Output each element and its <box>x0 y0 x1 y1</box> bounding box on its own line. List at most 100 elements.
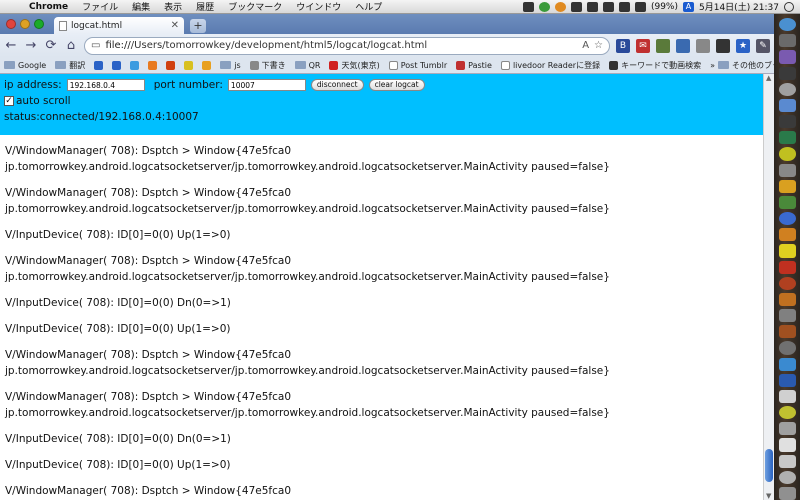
url-text[interactable]: file:///Users/tomorrowkey/development/ht… <box>105 40 577 51</box>
bluetooth-icon[interactable] <box>586 1 598 12</box>
dock-app-icon[interactable] <box>778 82 796 96</box>
dock-app-icon[interactable] <box>778 406 796 420</box>
bookmark-item[interactable]: Pastie <box>456 60 492 70</box>
bookmark-item[interactable]: QR <box>294 61 320 70</box>
bookmark-item[interactable]: livedoor Readerに登録 <box>500 60 600 71</box>
clear-logcat-button[interactable]: clear logcat <box>368 79 425 91</box>
menu-edit[interactable]: 編集 <box>125 0 157 13</box>
zoom-window-icon[interactable] <box>34 19 44 29</box>
close-tab-icon[interactable]: ✕ <box>171 20 179 31</box>
extension-icon[interactable]: ✉ <box>636 38 650 53</box>
wifi-icon[interactable] <box>602 1 614 12</box>
star-icon[interactable]: ☆ <box>594 40 603 51</box>
dock-app-icon[interactable] <box>778 486 796 500</box>
wrench-icon[interactable]: ✎ <box>756 38 770 53</box>
dock-app-icon[interactable] <box>778 147 796 161</box>
menu-file[interactable]: ファイル <box>75 0 125 13</box>
disconnect-button[interactable]: disconnect <box>310 79 364 91</box>
dock-app-icon[interactable] <box>778 34 796 48</box>
reload-icon[interactable]: ⟳ <box>44 38 58 53</box>
home-icon[interactable]: ⌂ <box>64 38 78 53</box>
close-window-icon[interactable] <box>6 19 16 29</box>
menu-view[interactable]: 表示 <box>157 0 189 13</box>
status-icon[interactable] <box>522 1 534 12</box>
headphones-icon[interactable] <box>570 1 582 12</box>
log-line: V/InputDevice( 708): ID[0]=0(0) Dn(0=>1) <box>5 433 231 445</box>
extension-icon[interactable]: ★ <box>736 38 750 53</box>
control-panel: ip address: port number: disconnect clea… <box>0 74 763 135</box>
extension-icon[interactable]: B <box>616 38 630 53</box>
back-icon[interactable]: ← <box>4 38 18 53</box>
scroll-up-icon[interactable]: ▲ <box>766 74 771 82</box>
dock-app-icon[interactable] <box>778 454 796 468</box>
bookmark-item[interactable] <box>94 60 104 70</box>
extension-icon[interactable] <box>716 38 730 53</box>
bookmark-item[interactable] <box>112 60 122 70</box>
menu-bookmarks[interactable]: ブックマーク <box>221 0 289 13</box>
menu-help[interactable]: ヘルプ <box>348 0 389 13</box>
status-icon[interactable] <box>554 1 566 12</box>
volume-icon[interactable] <box>618 1 630 12</box>
dock-app-icon[interactable] <box>778 163 796 177</box>
forward-icon[interactable]: → <box>24 38 38 53</box>
dock-app-icon[interactable] <box>778 357 796 371</box>
dock-app-icon[interactable] <box>778 470 796 484</box>
menu-window[interactable]: ウインドウ <box>289 0 348 13</box>
dock-app-icon[interactable] <box>778 260 796 274</box>
autoscroll-checkbox[interactable]: ✓ <box>4 96 14 106</box>
extension-icon[interactable] <box>656 38 670 53</box>
dock-app-icon[interactable] <box>778 131 796 145</box>
bookmark-item[interactable] <box>202 60 212 70</box>
bookmark-item[interactable]: js <box>220 61 241 70</box>
bookmark-item[interactable]: Google <box>4 61 46 70</box>
scrollbar-thumb[interactable] <box>765 449 773 482</box>
dock-app-icon[interactable] <box>778 66 796 80</box>
bookmark-item[interactable] <box>148 60 158 70</box>
extension-icon[interactable] <box>696 38 710 53</box>
address-bar[interactable]: ▭ file:///Users/tomorrowkey/development/… <box>84 36 610 55</box>
dock-app-icon[interactable] <box>778 325 796 339</box>
other-bookmarks[interactable]: » その他のブックマーク <box>710 60 774 71</box>
status-icon[interactable] <box>538 1 550 12</box>
dock-app-icon[interactable] <box>778 212 796 226</box>
extension-icon[interactable] <box>676 38 690 53</box>
bookmark-item[interactable] <box>166 60 176 70</box>
menu-app[interactable]: Chrome <box>22 2 75 12</box>
bookmark-item[interactable]: 下書き <box>249 60 286 71</box>
minimize-window-icon[interactable] <box>20 19 30 29</box>
translate-icon[interactable]: A <box>582 40 589 51</box>
dock-app-icon[interactable] <box>778 389 796 404</box>
dock-app-icon[interactable] <box>778 422 796 436</box>
dock-app-icon[interactable] <box>778 18 796 32</box>
menu-history[interactable]: 履歴 <box>189 0 221 13</box>
tab-logcat[interactable]: logcat.html ✕ <box>54 17 184 34</box>
dock-app-icon[interactable] <box>778 98 796 113</box>
spotlight-icon[interactable] <box>784 1 794 12</box>
dock-app-icon[interactable] <box>778 438 796 452</box>
bookmark-item[interactable] <box>184 60 194 70</box>
menubar-clock[interactable]: 5月14日(土) 21:37 <box>699 0 779 13</box>
dock-app-icon[interactable] <box>778 341 796 355</box>
ip-address-input[interactable] <box>66 79 145 91</box>
bookmark-item[interactable]: キーワードで動画検索 <box>609 60 701 71</box>
dock-app-icon[interactable] <box>778 228 796 242</box>
dock-app-icon[interactable] <box>778 309 796 323</box>
dock-app-icon[interactable] <box>778 244 796 258</box>
page-scrollbar[interactable]: ▲ ▼ <box>763 74 774 500</box>
dock-app-icon[interactable] <box>778 115 796 129</box>
scroll-down-icon[interactable]: ▼ <box>766 492 771 500</box>
bookmark-item[interactable]: 天気(東京) <box>329 60 380 71</box>
dock-app-icon[interactable] <box>778 50 796 64</box>
bookmark-item[interactable]: Post Tumblr <box>388 60 447 70</box>
dock-app-icon[interactable] <box>778 179 796 193</box>
dock-app-icon[interactable] <box>778 276 796 290</box>
port-number-input[interactable] <box>227 79 306 91</box>
dock-app-icon[interactable] <box>778 292 796 307</box>
bookmark-item[interactable]: 翻訳 <box>55 60 85 71</box>
bookmark-item[interactable] <box>130 60 140 70</box>
new-tab-button[interactable]: + <box>190 19 206 33</box>
battery-icon[interactable] <box>634 1 646 12</box>
input-mode-icon[interactable]: A <box>683 1 694 12</box>
dock-app-icon[interactable] <box>778 195 796 210</box>
dock-app-icon[interactable] <box>778 373 796 387</box>
